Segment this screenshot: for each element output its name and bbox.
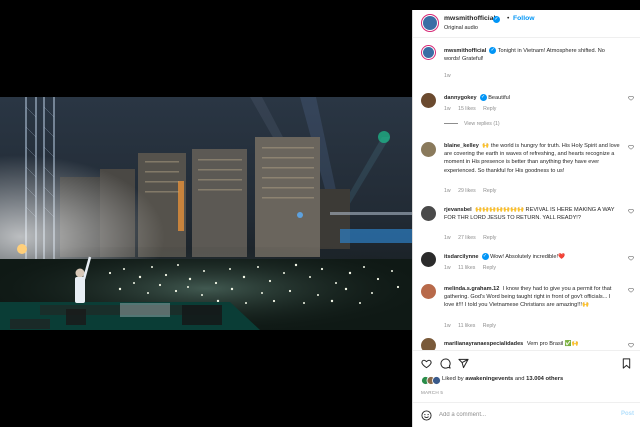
comment-time: 1w [444, 323, 451, 329]
heart-icon[interactable] [628, 255, 634, 261]
share-icon[interactable] [458, 358, 469, 369]
comment-time: 1w [444, 235, 451, 241]
comment-body: rjevansbel 🙌🙌🙌🙌🙌🙌🙌 REVIVAL IS HERE MAKIN… [444, 206, 622, 222]
comment-avatar[interactable] [421, 252, 436, 267]
verified-badge-icon: ✓ [479, 94, 487, 102]
comment-avatar[interactable] [421, 93, 436, 108]
media-area [0, 0, 412, 427]
comment-meta: 1w 27 likes Reply [444, 235, 502, 241]
comment-likes[interactable]: 27 likes [458, 235, 476, 241]
comment-time: 1w [444, 188, 451, 194]
liked-by-user[interactable]: awakeningevents [465, 376, 513, 382]
comment-meta: 1w [444, 73, 457, 79]
verified-badge-icon: ✓ [489, 47, 497, 55]
comment-meta: 1w 15 likes Reply [444, 106, 502, 112]
comment-input[interactable] [439, 409, 599, 421]
comment-body: itsdarcilynne ✓ Wow! Absolutely incredibl… [444, 253, 622, 261]
post-header: mwsmithofficial ✓ • Follow Original audi… [413, 10, 640, 38]
emoji-icon[interactable] [421, 410, 432, 421]
reply-button[interactable]: Reply [483, 106, 496, 112]
comments-list[interactable]: mwsmithofficial ✓ Tonight in Vietnam! Atm… [413, 39, 640, 350]
reply-button[interactable]: Reply [483, 235, 496, 241]
comment-username[interactable]: blaine_kelley [444, 143, 479, 149]
heart-icon[interactable] [628, 144, 634, 150]
comment-time: 1w [444, 106, 451, 112]
comment-avatar[interactable] [421, 338, 436, 350]
comment-username[interactable]: mwsmithofficial [444, 48, 486, 54]
post-actions: Liked by awakeningevents and 13.004 othe… [413, 350, 640, 402]
comment-username[interactable]: melinda.s.graham.12 [444, 286, 499, 292]
verified-badge-icon: ✓ [493, 16, 500, 23]
comment-time: 1w [444, 265, 451, 271]
follow-button[interactable]: Follow [513, 15, 535, 22]
comment-body: blaine_kelley 🙌 the world is hungry for … [444, 142, 622, 175]
comment-username[interactable]: rjevansbel [444, 207, 472, 213]
post-panel: mwsmithofficial ✓ • Follow Original audi… [412, 10, 640, 427]
heart-icon[interactable] [628, 208, 634, 214]
liked-by-and: and [514, 376, 525, 382]
comment-body: marilianayranaespecialidades Vem pro Bra… [444, 340, 622, 348]
comment-time: 1w [444, 73, 451, 79]
author-username[interactable]: mwsmithofficial [444, 15, 495, 22]
comment-username[interactable]: itsdarcilynne [444, 254, 479, 260]
bookmark-icon[interactable] [621, 358, 632, 369]
liked-by-text: Liked by awakeningevents and 13.004 othe… [442, 376, 563, 382]
comment-body: melinda.s.graham.12 I know they had to g… [444, 285, 622, 310]
comment-avatar[interactable] [421, 284, 436, 299]
comment-text: Beautiful [488, 95, 510, 101]
comment-username[interactable]: marilianayranaespecialidades [444, 341, 523, 347]
reply-button[interactable]: Reply [483, 188, 496, 194]
audio-label[interactable]: Original audio [444, 25, 478, 31]
heart-icon[interactable] [421, 358, 432, 369]
post-date: MARCH 5 [421, 390, 444, 395]
comment-avatar[interactable] [421, 142, 436, 157]
comment-avatar[interactable] [421, 206, 436, 221]
heart-icon[interactable] [628, 287, 634, 293]
liked-by-prefix: Liked by [442, 376, 464, 382]
heart-icon[interactable] [628, 342, 634, 348]
comment-composer: Post [413, 402, 640, 427]
view-replies-button[interactable]: View replies (1) [444, 121, 500, 127]
post-video[interactable] [0, 97, 412, 330]
post-comment-button[interactable]: Post [621, 411, 634, 417]
reply-button[interactable]: Reply [483, 265, 496, 271]
comment-likes[interactable]: 11 likes [458, 265, 475, 271]
comment-likes[interactable]: 11 likes [458, 323, 475, 329]
comment-text: Vem pro Brasil ✅🙌 [526, 341, 579, 347]
concert-scene [0, 97, 412, 330]
view-replies-label: View replies (1) [464, 121, 500, 127]
comment-meta: 1w 11 likes Reply [444, 265, 502, 271]
comment-icon[interactable] [440, 358, 451, 369]
comment-text: Wow! Absolutely incredible!❤️ [490, 254, 566, 260]
heart-icon[interactable] [628, 95, 634, 101]
comment-likes[interactable]: 29 likes [458, 188, 476, 194]
comment-username[interactable]: dannygokey [444, 95, 477, 101]
author-avatar[interactable] [421, 14, 439, 32]
liked-by-others[interactable]: 13.004 others [526, 376, 563, 382]
verified-badge-icon: ✓ [481, 253, 489, 261]
comment-meta: 1w 29 likes Reply [444, 188, 502, 194]
caption-avatar[interactable] [421, 45, 436, 60]
separator-dot: • [507, 15, 510, 22]
reply-button[interactable]: Reply [483, 323, 496, 329]
caption-text: mwsmithofficial ✓ Tonight in Vietnam! Atm… [444, 47, 622, 63]
comment-likes[interactable]: 15 likes [458, 106, 476, 112]
comment-meta: 1w 11 likes Reply [444, 323, 502, 329]
comment-body: dannygokey ✓ Beautiful [444, 94, 622, 102]
